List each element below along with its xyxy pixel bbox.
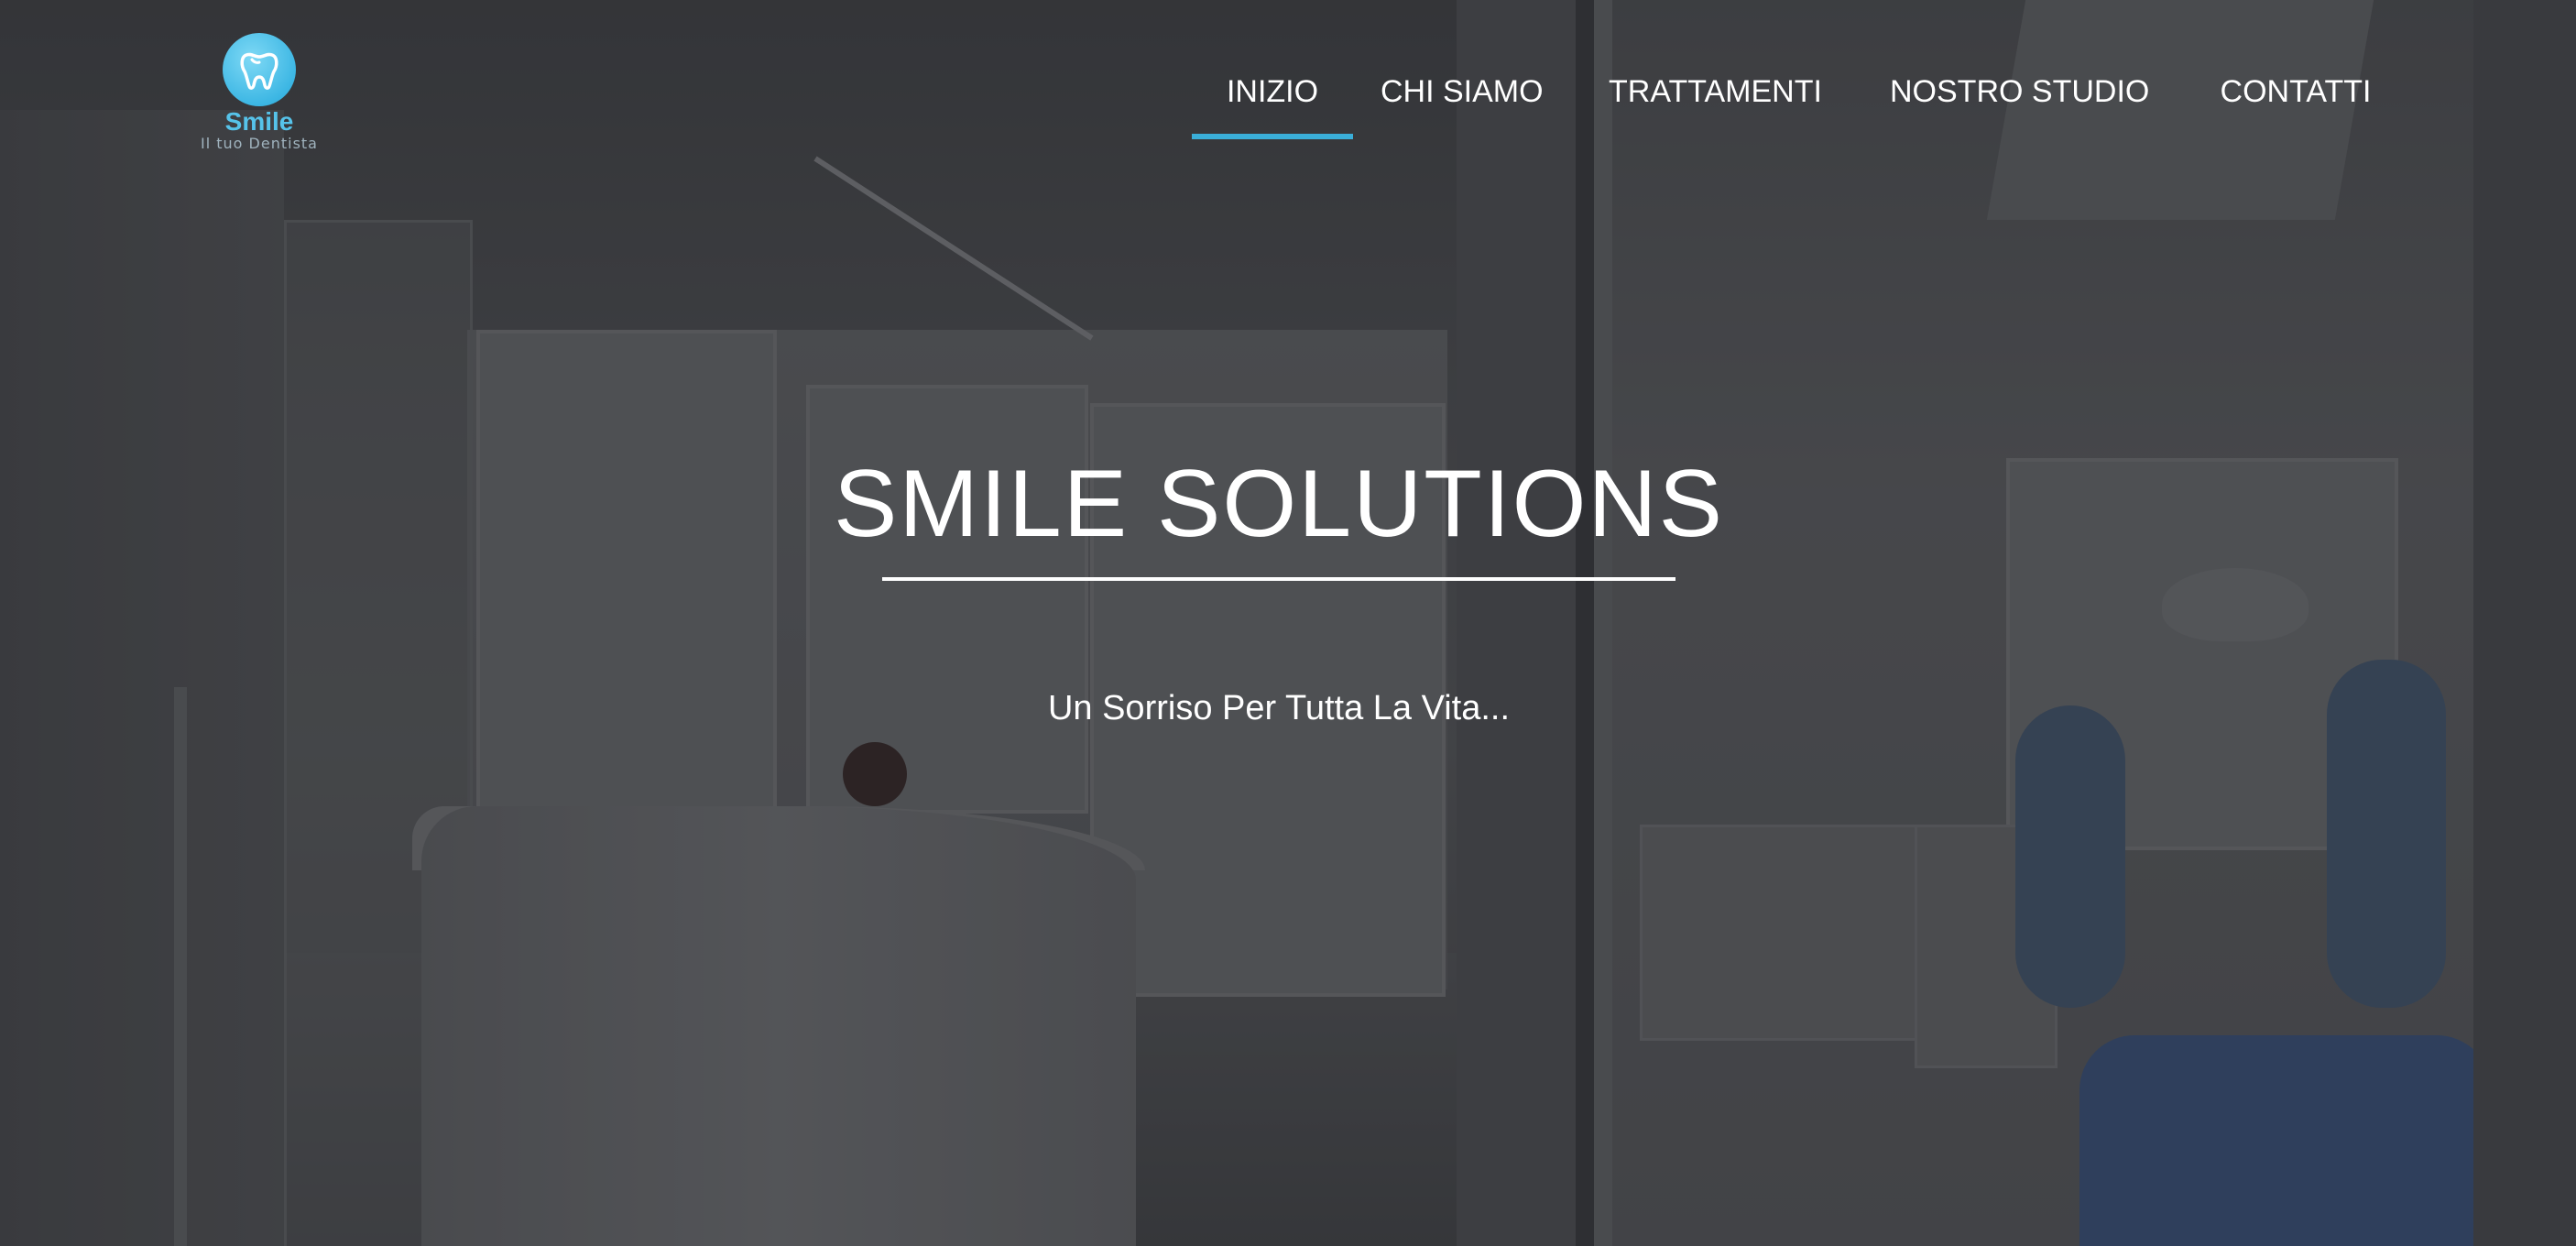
background-dim-overlay [0, 0, 2576, 1246]
nav-item-chi-siamo[interactable]: CHI SIAMO [1381, 64, 1544, 139]
logo-name: Smile [224, 107, 294, 136]
site-logo[interactable]: Smile Il tuo Dentista [200, 33, 319, 158]
nav-item-contatti[interactable]: CONTATTI [2198, 64, 2394, 139]
hero-divider [882, 577, 1675, 581]
page: Smile Il tuo Dentista INIZIO CHI SIAMO T… [0, 0, 2576, 1246]
hero-title: SMILE SOLUTIONS [834, 451, 1724, 557]
logo-tagline: Il tuo Dentista [201, 135, 318, 152]
nav-item-trattamenti[interactable]: TRATTAMENTI [1609, 64, 1822, 139]
tooth-icon [240, 52, 278, 90]
logo-badge [223, 33, 296, 106]
hero-subtitle: Un Sorriso Per Tutta La Vita... [1047, 689, 1511, 727]
nav-item-inizio[interactable]: INIZIO [1192, 64, 1353, 139]
nav-item-nostro-studio[interactable]: NOSTRO STUDIO [1890, 64, 2149, 139]
